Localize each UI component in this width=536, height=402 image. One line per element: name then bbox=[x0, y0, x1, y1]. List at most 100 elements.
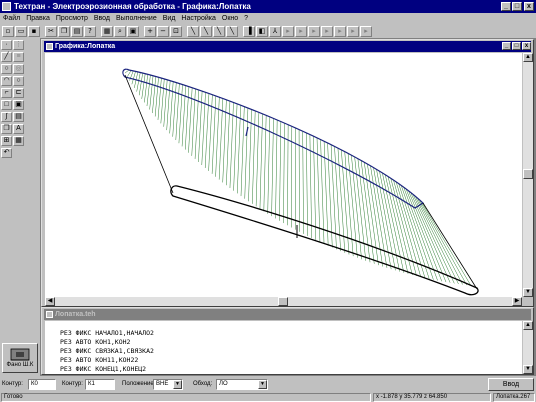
zoom-fit-icon[interactable]: ⊡ bbox=[170, 25, 182, 37]
fano-button[interactable]: Фано Ш.К bbox=[2, 343, 38, 373]
menu-input[interactable]: Ввод bbox=[94, 15, 110, 22]
graphics-maximize-button[interactable]: □ bbox=[512, 42, 521, 50]
step-2-icon[interactable]: ▸ bbox=[308, 25, 320, 37]
scroll-left-icon[interactable]: ◀ bbox=[45, 297, 55, 306]
chevron-down-icon[interactable]: ▼ bbox=[173, 380, 182, 389]
menu-execute[interactable]: Выполнение bbox=[116, 15, 157, 22]
graphics-canvas[interactable] bbox=[45, 53, 522, 297]
run-icon[interactable]: ▸ bbox=[282, 25, 294, 37]
scroll-down-icon[interactable]: ▼ bbox=[523, 288, 533, 297]
menu-view-source[interactable]: Просмотр bbox=[56, 15, 88, 22]
text-window-title-bar[interactable]: Лопатка.teh bbox=[44, 309, 531, 320]
minimize-button[interactable]: _ bbox=[501, 2, 511, 11]
menu-view[interactable]: Вид bbox=[163, 15, 176, 22]
frame-icon[interactable]: ▣ bbox=[13, 100, 24, 110]
lower-profile-outline bbox=[170, 185, 479, 296]
curve-icon[interactable]: ∫ bbox=[1, 112, 12, 122]
menu-help[interactable]: ? bbox=[244, 15, 248, 22]
circle-2-icon[interactable]: ○ bbox=[13, 76, 24, 86]
paste-icon[interactable]: ▤ bbox=[71, 25, 83, 37]
line-4-icon[interactable]: ╲ bbox=[226, 25, 238, 37]
copy-icon[interactable]: ❐ bbox=[58, 25, 70, 37]
step-icon[interactable]: ▸ bbox=[295, 25, 307, 37]
maximize-button[interactable]: □ bbox=[512, 2, 522, 11]
bypass-dropdown[interactable]: ЛО ▼ bbox=[216, 379, 268, 390]
step-3-icon[interactable]: ▸ bbox=[321, 25, 333, 37]
menu-edit[interactable]: Правка bbox=[26, 15, 50, 22]
menu-file[interactable]: Файл bbox=[3, 15, 20, 22]
graphics-minimize-button[interactable]: _ bbox=[502, 42, 511, 50]
menu-window[interactable]: Окно bbox=[222, 15, 238, 22]
graphics-horizontal-scrollbar[interactable]: ◀ ▶ bbox=[45, 297, 522, 306]
grid-icon[interactable]: ▦ bbox=[101, 25, 113, 37]
position-dropdown[interactable]: ВНЕ ▼ bbox=[153, 379, 183, 390]
graphics-close-button[interactable]: x bbox=[522, 42, 531, 50]
undo-icon[interactable]: ↶ bbox=[1, 148, 12, 158]
point-icon[interactable]: · bbox=[1, 40, 12, 50]
move-icon[interactable]: ⊞ bbox=[1, 136, 12, 146]
graphics-window-icon[interactable] bbox=[46, 43, 53, 50]
hatch-line bbox=[169, 81, 174, 134]
view-icon[interactable]: ◧ bbox=[256, 25, 268, 37]
contour2-field[interactable]: К1 bbox=[85, 379, 115, 390]
contour1-field[interactable]: К0 bbox=[28, 379, 56, 390]
chevron-down-icon[interactable]: ▼ bbox=[258, 380, 267, 389]
source-text-window[interactable]: Лопатка.teh РЕЗ ФИКС НАЧАЛО1,НАЧАЛО2 РЕЗ… bbox=[41, 307, 534, 375]
status-file: Лопатка.267 bbox=[493, 393, 535, 402]
line-3-icon[interactable]: ╲ bbox=[213, 25, 225, 37]
line-icon[interactable]: ╱ bbox=[1, 52, 12, 62]
scroll-right-icon[interactable]: ▶ bbox=[512, 297, 522, 306]
app-icon[interactable] bbox=[2, 2, 11, 11]
grid-points-icon[interactable]: ⋮ bbox=[13, 40, 24, 50]
menu-settings[interactable]: Настройка bbox=[181, 15, 215, 22]
save-icon[interactable]: ▪ bbox=[28, 25, 40, 37]
rectangle-icon[interactable]: □ bbox=[1, 100, 12, 110]
code-line: РЕЗ ФИКС КОНЕЦ1,КОНЕЦ2 bbox=[60, 365, 147, 373]
circle-icon[interactable]: ○ bbox=[1, 64, 12, 74]
multi-line-icon[interactable]: ≡ bbox=[13, 52, 24, 62]
line-2-icon[interactable]: ╲ bbox=[200, 25, 212, 37]
step-5-icon[interactable]: ▸ bbox=[347, 25, 359, 37]
arc-icon[interactable]: ◠ bbox=[1, 76, 12, 86]
close-button[interactable]: x bbox=[524, 2, 534, 11]
text-window-icon[interactable] bbox=[46, 311, 53, 318]
contour-icon[interactable]: ⊏ bbox=[13, 88, 24, 98]
zoom-out-icon[interactable]: − bbox=[157, 25, 169, 37]
hatch-line bbox=[175, 83, 180, 140]
table-icon[interactable]: ▦ bbox=[13, 136, 24, 146]
zoom-in-icon[interactable]: + bbox=[144, 25, 156, 37]
code-line: РЕЗ ФИКС СВЯЗКА1,СВЯЗКА2 bbox=[60, 347, 154, 355]
pattern-icon[interactable]: ▤ bbox=[13, 112, 24, 122]
axes-icon[interactable]: ⅄ bbox=[269, 25, 281, 37]
blade-drawing bbox=[122, 68, 479, 296]
app-title-bar[interactable]: Техтран - Электроэрозионная обработка - … bbox=[0, 0, 536, 13]
code-line: РЕЗ АВТО КОН11,КОН22 bbox=[60, 356, 139, 364]
open-folder-icon[interactable]: ▭ bbox=[15, 25, 27, 37]
line-icon[interactable]: ╲ bbox=[187, 25, 199, 37]
text-scroll-down-icon[interactable]: ▼ bbox=[523, 365, 533, 374]
zoom-window-icon[interactable]: ▣ bbox=[127, 25, 139, 37]
text-icon[interactable]: A bbox=[13, 124, 24, 134]
step-4-icon[interactable]: ▸ bbox=[334, 25, 346, 37]
help-icon[interactable]: ? bbox=[84, 25, 96, 37]
zoom-icon[interactable]: ⌕ bbox=[114, 25, 126, 37]
vertical-scroll-thumb[interactable] bbox=[523, 169, 533, 179]
copy-object-icon[interactable]: ❐ bbox=[1, 124, 12, 134]
scroll-up-icon[interactable]: ▲ bbox=[523, 53, 533, 62]
flag-icon[interactable]: ▐ bbox=[243, 25, 255, 37]
text-scroll-up-icon[interactable]: ▲ bbox=[523, 321, 533, 330]
new-file-icon[interactable]: ▫ bbox=[2, 25, 14, 37]
cut-icon[interactable]: ✂ bbox=[45, 25, 57, 37]
enter-button[interactable]: Ввод bbox=[488, 378, 534, 391]
graphics-vertical-scrollbar[interactable]: ▲ ▼ bbox=[523, 53, 533, 297]
bypass-label: Обход: bbox=[193, 381, 213, 387]
hatch-line bbox=[152, 76, 157, 114]
graphics-window[interactable]: Графика:Лопатка _ □ x ▲ ▼ ◀ ▶ bbox=[41, 39, 534, 307]
text-vertical-scrollbar[interactable]: ▲ ▼ bbox=[523, 321, 533, 374]
step-6-icon[interactable]: ▸ bbox=[360, 25, 372, 37]
horizontal-scroll-thumb[interactable] bbox=[278, 297, 288, 306]
source-text-area[interactable]: РЕЗ ФИКС НАЧАЛО1,НАЧАЛО2 РЕЗ АВТО КОН1,К… bbox=[45, 321, 522, 374]
graphics-window-title-bar[interactable]: Графика:Лопатка _ □ x bbox=[44, 41, 531, 52]
concentric-circle-icon[interactable]: ◎ bbox=[13, 64, 24, 74]
polyline-icon[interactable]: ⌐ bbox=[1, 88, 12, 98]
